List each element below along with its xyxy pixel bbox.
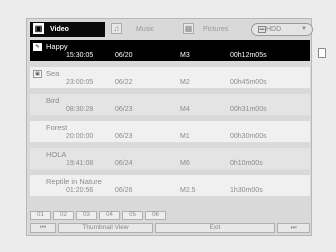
source-selector[interactable]: ▬ HDD ▼ bbox=[251, 23, 313, 36]
pictures-icon: ▦ bbox=[183, 22, 194, 34]
skip-previous-icon: ⏮ bbox=[40, 224, 46, 231]
media-tabs: ▣ Video ♫ Music ▦ Pictures ▬ HDD ▼ bbox=[30, 22, 313, 37]
list-item[interactable]: HOLA 19:41:08 06/24 M6 0h10m00s bbox=[30, 148, 310, 170]
tab-music[interactable]: ♫ Music bbox=[108, 22, 178, 37]
exit-button[interactable]: Exit bbox=[155, 223, 275, 233]
hdd-icon: ▬ bbox=[258, 26, 266, 33]
page-button[interactable]: 04 bbox=[99, 211, 120, 220]
pencil-icon: ✎ bbox=[33, 43, 42, 51]
footer-bar: ⏮ Thumbnail View Exit ⏭ bbox=[30, 223, 310, 233]
skip-previous-button[interactable]: ⏮ bbox=[30, 223, 56, 233]
lock-icon: ▣ bbox=[33, 70, 42, 78]
list-item[interactable]: ▣ Sea 23:00:05 06/22 M2 00h45m00s bbox=[30, 67, 310, 89]
skip-next-icon: ⏭ bbox=[290, 224, 297, 231]
tab-pictures[interactable]: ▦ Pictures bbox=[180, 22, 250, 37]
list-item[interactable]: ✎ Happy 15:30:05 06/20 M3 00h12m05s bbox=[30, 40, 310, 62]
chevron-down-icon: ▼ bbox=[301, 26, 307, 32]
thumbnail-view-button[interactable]: Thumbnail View bbox=[58, 223, 153, 233]
page-button[interactable]: 05 bbox=[122, 211, 143, 220]
page-button[interactable]: 01 bbox=[30, 211, 51, 220]
page-selector: 01 02 03 04 05 06 bbox=[30, 211, 310, 221]
list-item[interactable]: Bird 08:30:28 06/23 M4 00h31m00s bbox=[30, 94, 310, 116]
document-icon bbox=[318, 48, 326, 58]
title-list: ✎ Happy 15:30:05 06/20 M3 00h12m05s ▣ Se… bbox=[30, 40, 310, 210]
page-button[interactable]: 06 bbox=[145, 211, 166, 220]
skip-next-button[interactable]: ⏭ bbox=[277, 223, 310, 233]
list-item[interactable]: Forest 20:00:00 06/23 M1 00h30m00s bbox=[30, 121, 310, 143]
tab-video[interactable]: ▣ Video bbox=[30, 22, 105, 37]
source-label: HDD bbox=[266, 26, 282, 33]
music-icon: ♫ bbox=[111, 22, 122, 34]
list-item[interactable]: Reptile in Nature 01:20:56 06/26 M2.5 1h… bbox=[30, 175, 310, 197]
video-icon: ▣ bbox=[33, 22, 44, 34]
page-button[interactable]: 02 bbox=[53, 211, 74, 220]
page-button[interactable]: 03 bbox=[76, 211, 97, 220]
